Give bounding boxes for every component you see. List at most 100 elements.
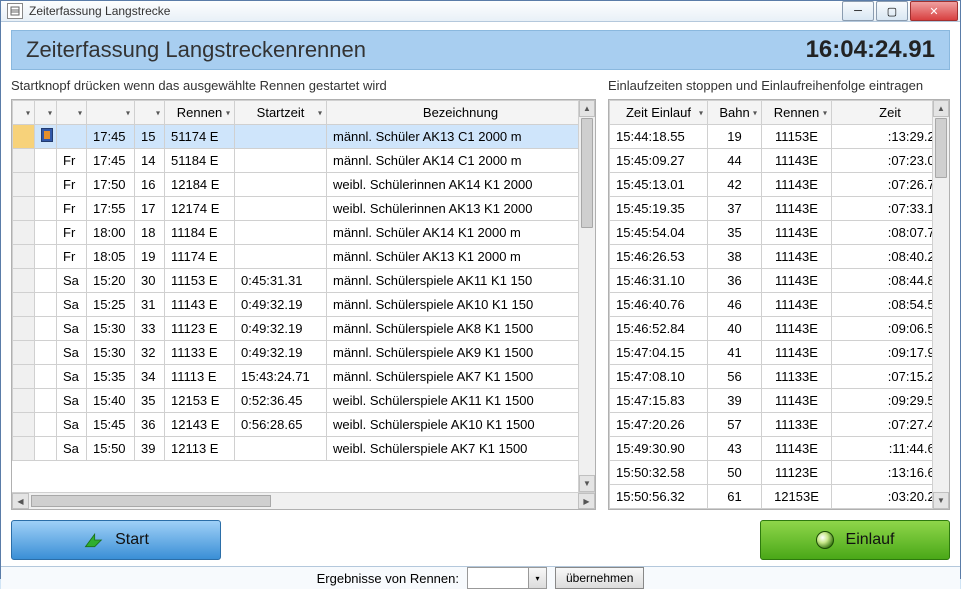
- table-row[interactable]: 15:47:04.154111143E:09:17.90: [610, 341, 949, 365]
- table-row[interactable]: Sa15:303211133 E0:49:32.19männl. Schüler…: [13, 341, 595, 365]
- table-row[interactable]: 15:47:08.105611133E:07:15.28: [610, 365, 949, 389]
- cell-bahn: 38: [708, 245, 762, 269]
- col-rennen[interactable]: Rennen▾: [165, 101, 235, 125]
- cell-zeit: :07:33.10: [832, 197, 949, 221]
- row-selector[interactable]: [13, 293, 35, 317]
- hscroll-thumb[interactable]: [31, 495, 271, 507]
- table-row[interactable]: Sa15:253111143 E0:49:32.19männl. Schüler…: [13, 293, 595, 317]
- start-button[interactable]: Start: [11, 520, 221, 560]
- table-row[interactable]: 15:45:13.014211143E:07:26.76: [610, 173, 949, 197]
- table-row[interactable]: 15:45:54.043511143E:08:07.79: [610, 221, 949, 245]
- rennen-select[interactable]: ▾: [467, 567, 547, 589]
- scroll-up-icon[interactable]: ▲: [579, 100, 595, 117]
- row-selector[interactable]: [13, 269, 35, 293]
- cell-zeit-einlauf: 15:46:31.10: [610, 269, 708, 293]
- cell-bezeichnung: männl. Schüler AK13 K1 2000 m: [327, 245, 595, 269]
- row-selector[interactable]: [13, 341, 35, 365]
- titlebar: Zeiterfassung Langstrecke ─ ▢ ✕: [1, 1, 960, 22]
- col-day[interactable]: ▾: [57, 101, 87, 125]
- races-vscroll[interactable]: ▲ ▼: [578, 100, 595, 492]
- table-row[interactable]: Sa15:303311123 E0:49:32.19männl. Schüler…: [13, 317, 595, 341]
- table-row[interactable]: Sa15:353411113 E15:43:24.71männl. Schüle…: [13, 365, 595, 389]
- table-row[interactable]: 15:49:30.904311143E:11:44.65: [610, 437, 949, 461]
- row-selector[interactable]: [13, 149, 35, 173]
- table-row[interactable]: 15:46:31.103611143E:08:44.85: [610, 269, 949, 293]
- cell-day: Sa: [57, 293, 87, 317]
- clock: 16:04:24.91: [806, 36, 935, 64]
- table-row[interactable]: 15:47:15.833911143E:09:29.58: [610, 389, 949, 413]
- table-row[interactable]: Fr18:001811184 Emännl. Schüler AK14 K1 2…: [13, 221, 595, 245]
- table-row[interactable]: 15:45:19.353711143E:07:33.10: [610, 197, 949, 221]
- cell-time: 17:50: [87, 173, 135, 197]
- cell-num: 17: [135, 197, 165, 221]
- scroll-thumb[interactable]: [581, 118, 593, 228]
- col-num[interactable]: ▾: [135, 101, 165, 125]
- einlauf-button[interactable]: Einlauf: [760, 520, 950, 560]
- maximize-button[interactable]: ▢: [876, 1, 908, 21]
- finish-vscroll[interactable]: ▲ ▼: [932, 100, 949, 509]
- scroll-down-icon[interactable]: ▼: [579, 475, 595, 492]
- row-selector[interactable]: [13, 389, 35, 413]
- table-row[interactable]: Fr17:551712174 Eweibl. Schülerinnen AK13…: [13, 197, 595, 221]
- table-row[interactable]: 15:45:09.274411143E:07:23.02: [610, 149, 949, 173]
- row-selector[interactable]: [13, 317, 35, 341]
- row-selector[interactable]: [13, 221, 35, 245]
- table-row[interactable]: Fr17:451451184 Emännl. Schüler AK14 C1 2…: [13, 149, 595, 173]
- table-row[interactable]: 15:46:26.533811143E:08:40.28: [610, 245, 949, 269]
- table-row[interactable]: Fr18:051911174 Emännl. Schüler AK13 K1 2…: [13, 245, 595, 269]
- row-selector[interactable]: [13, 365, 35, 389]
- table-row[interactable]: 15:50:56.326112153E:03:20.20: [610, 485, 949, 509]
- cell-zeit: :09:17.90: [832, 341, 949, 365]
- table-row[interactable]: 15:46:40.764611143E:08:54.51: [610, 293, 949, 317]
- close-button[interactable]: ✕: [910, 1, 958, 21]
- row-selector[interactable]: [13, 197, 35, 221]
- row-selector[interactable]: [13, 437, 35, 461]
- col-rennen2[interactable]: Rennen▾: [762, 101, 832, 125]
- cell-rennen: 12174 E: [165, 197, 235, 221]
- table-row[interactable]: Sa15:453612143 E0:56:28.65weibl. Schüler…: [13, 413, 595, 437]
- scroll-down-icon[interactable]: ▼: [933, 492, 949, 509]
- table-row[interactable]: Sa15:403512153 E0:52:36.45weibl. Schüler…: [13, 389, 595, 413]
- row-selector[interactable]: [13, 173, 35, 197]
- table-row[interactable]: 15:44:18.551911153E:13:29.29: [610, 125, 949, 149]
- cell-rennen: 11123E: [762, 461, 832, 485]
- col-bahn[interactable]: Bahn▾: [708, 101, 762, 125]
- cell-bezeichnung: weibl. Schülerspiele AK10 K1 1500: [327, 413, 595, 437]
- scroll-right-icon[interactable]: ▶: [578, 493, 595, 509]
- cell-rennen: 12153E: [762, 485, 832, 509]
- cell-rennen: 11143E: [762, 173, 832, 197]
- col-bezeichnung[interactable]: Bezeichnung: [327, 101, 595, 125]
- table-row[interactable]: 15:46:52.844011143E:09:06.59: [610, 317, 949, 341]
- col-selector[interactable]: ▾: [13, 101, 35, 125]
- finish-grid[interactable]: Zeit Einlauf▾ Bahn▾ Rennen▾ Zeit▾ 15:44:…: [608, 99, 950, 510]
- cell-zeit-einlauf: 15:45:09.27: [610, 149, 708, 173]
- col-icon[interactable]: ▾: [35, 101, 57, 125]
- minimize-button[interactable]: ─: [842, 1, 874, 21]
- row-selector[interactable]: [13, 413, 35, 437]
- col-zeit[interactable]: Zeit▾: [832, 101, 949, 125]
- col-zeit-einlauf[interactable]: Zeit Einlauf▾: [610, 101, 708, 125]
- cell-bezeichnung: männl. Schülerspiele AK7 K1 1500: [327, 365, 595, 389]
- races-grid[interactable]: ▾ ▾ ▾ ▾ ▾ Rennen▾ Startzeit▾ Bezeichnung…: [11, 99, 596, 510]
- row-icon-cell: [35, 221, 57, 245]
- cell-zeit-einlauf: 15:46:52.84: [610, 317, 708, 341]
- col-startzeit[interactable]: Startzeit▾: [235, 101, 327, 125]
- table-row[interactable]: 15:50:32.585011123E:13:16.69: [610, 461, 949, 485]
- scroll-left-icon[interactable]: ◀: [12, 493, 29, 509]
- table-row[interactable]: Sa15:203011153 E0:45:31.31männl. Schüler…: [13, 269, 595, 293]
- cell-num: 19: [135, 245, 165, 269]
- cell-num: 18: [135, 221, 165, 245]
- table-row[interactable]: Sa15:503912113 Eweibl. Schülerspiele AK7…: [13, 437, 595, 461]
- table-row[interactable]: 15:47:20.265711133E:07:27.44: [610, 413, 949, 437]
- scroll-thumb[interactable]: [935, 118, 947, 178]
- table-row[interactable]: Fr17:501612184 Eweibl. Schülerinnen AK14…: [13, 173, 595, 197]
- table-row[interactable]: 17:451551174 Emännl. Schüler AK13 C1 200…: [13, 125, 595, 149]
- row-selector[interactable]: [13, 125, 35, 149]
- col-time[interactable]: ▾: [87, 101, 135, 125]
- uebernehmen-button[interactable]: übernehmen: [555, 567, 644, 589]
- cell-time: 15:25: [87, 293, 135, 317]
- races-hscroll[interactable]: ◀ ▶: [12, 492, 595, 509]
- scroll-up-icon[interactable]: ▲: [933, 100, 949, 117]
- row-selector[interactable]: [13, 245, 35, 269]
- cell-bahn: 40: [708, 317, 762, 341]
